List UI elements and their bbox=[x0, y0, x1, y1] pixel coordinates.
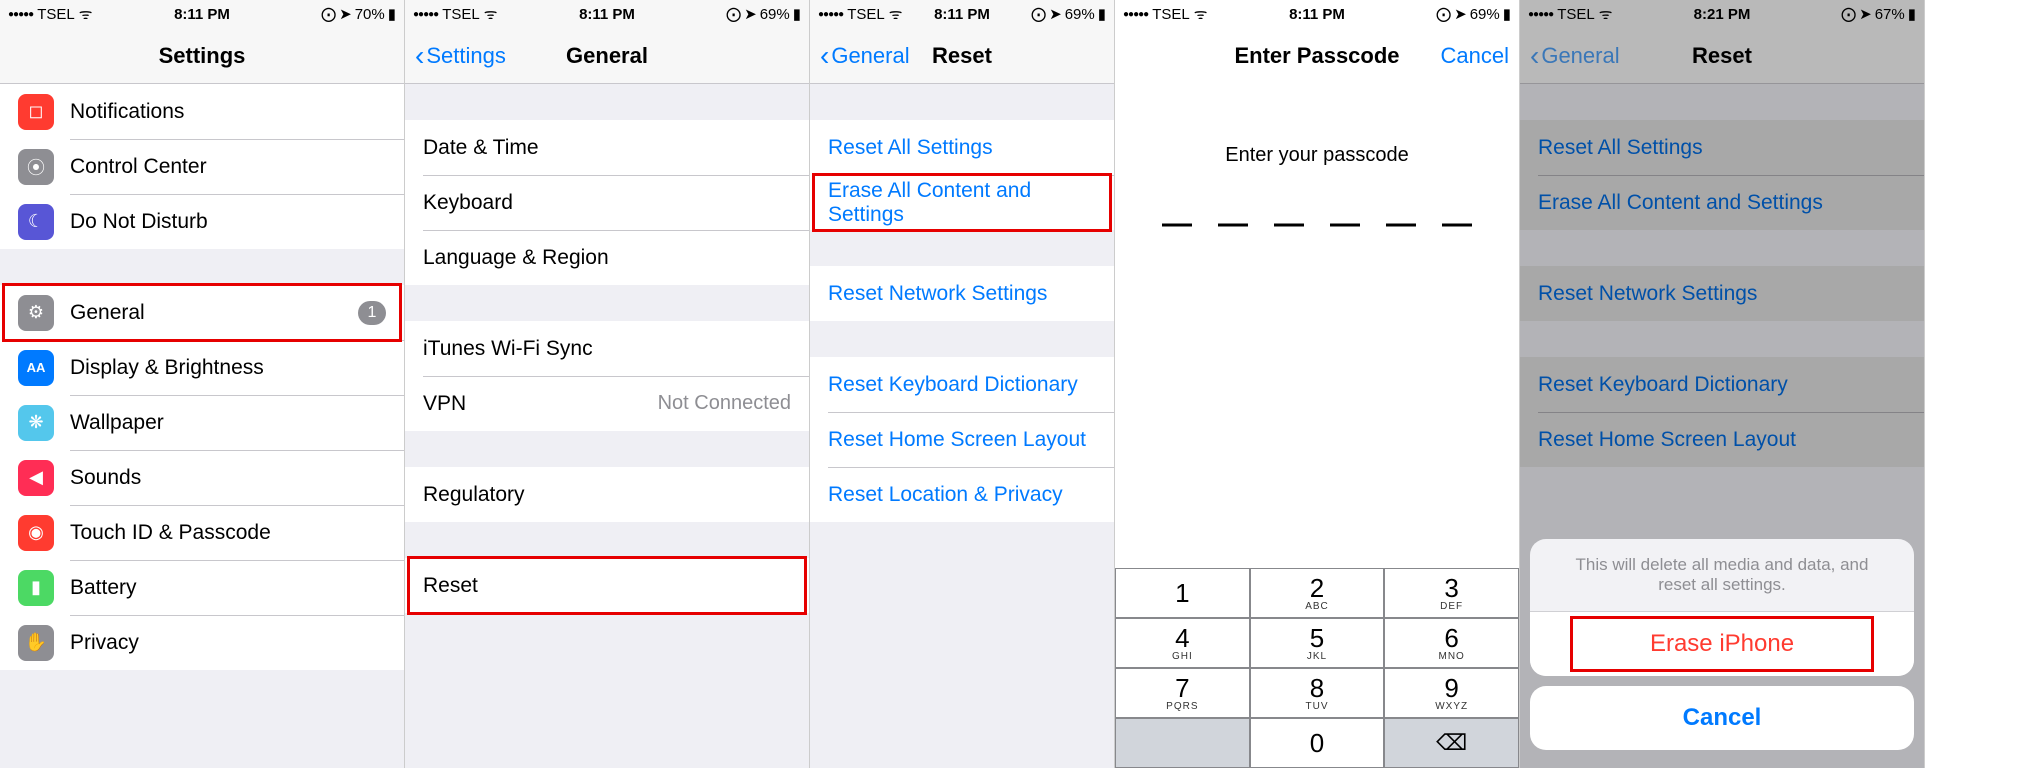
status-bar: ●●●●● TSEL ᯤ 8:11 PM ⨀➤69%▮ bbox=[405, 0, 809, 28]
settings-item-privacy[interactable]: ✋Privacy bbox=[0, 615, 404, 670]
key-9[interactable]: 9WXYZ bbox=[1384, 668, 1519, 718]
key-6[interactable]: 6MNO bbox=[1384, 618, 1519, 668]
key-5[interactable]: 5JKL bbox=[1250, 618, 1385, 668]
badge: 1 bbox=[358, 301, 386, 325]
nav-bar: Settings bbox=[0, 28, 404, 84]
general-item-language-region[interactable]: Language & Region bbox=[405, 230, 809, 285]
key-2[interactable]: 2ABC bbox=[1250, 568, 1385, 618]
settings-item-notifications[interactable]: ◻︎Notifications bbox=[0, 84, 404, 139]
gear-icon: ⚙ bbox=[18, 295, 54, 331]
key-1[interactable]: 1 bbox=[1115, 568, 1250, 618]
key-7[interactable]: 7PQRS bbox=[1115, 668, 1250, 718]
chevron-left-icon: ‹ bbox=[415, 42, 424, 70]
chevron-left-icon: ‹ bbox=[1530, 42, 1539, 70]
settings-item-battery[interactable]: ▮Battery bbox=[0, 560, 404, 615]
nav-bar: ‹Settings General bbox=[405, 28, 809, 84]
general-item-regulatory[interactable]: Regulatory bbox=[405, 467, 809, 522]
settings-item-control-center[interactable]: ⦿Control Center bbox=[0, 139, 404, 194]
clock: 8:11 PM bbox=[810, 6, 1114, 23]
nav-title: Settings bbox=[0, 43, 404, 69]
settings-item-general[interactable]: ⚙ General 1 bbox=[0, 285, 404, 340]
key-0[interactable]: 0 bbox=[1250, 718, 1385, 768]
back-button[interactable]: ‹General bbox=[1530, 42, 1620, 70]
nav-bar: Enter Passcode Cancel bbox=[1115, 28, 1519, 84]
key-4[interactable]: 4GHI bbox=[1115, 618, 1250, 668]
cancel-button[interactable]: Cancel bbox=[1441, 43, 1509, 69]
settings-item-do-not-disturb[interactable]: ☾Do Not Disturb bbox=[0, 194, 404, 249]
general-item-itunes-wifi-sync[interactable]: iTunes Wi-Fi Sync bbox=[405, 321, 809, 376]
erase-all-content[interactable]: Erase All Content and Settings bbox=[810, 175, 1114, 230]
cancel-button[interactable]: Cancel bbox=[1530, 686, 1914, 750]
status-bar: ●●●●● TSEL ᯤ 8:11 PM ⨀➤69%▮ bbox=[1115, 0, 1519, 28]
key-empty bbox=[1115, 718, 1250, 768]
clock: 8:11 PM bbox=[1115, 6, 1519, 23]
general-item-keyboard[interactable]: Keyboard bbox=[405, 175, 809, 230]
passcode-prompt: Enter your passcode bbox=[1115, 144, 1519, 167]
general-item-date-time[interactable]: Date & Time bbox=[405, 120, 809, 175]
clock: 8:11 PM bbox=[0, 6, 404, 23]
moon-icon: ☾ bbox=[18, 204, 54, 240]
reset-all-settings[interactable]: Reset All Settings bbox=[810, 120, 1114, 175]
screen-passcode: ●●●●● TSEL ᯤ 8:11 PM ⨀➤69%▮ Enter Passco… bbox=[1115, 0, 1520, 768]
wallpaper-icon: ❋ bbox=[18, 405, 54, 441]
key-3[interactable]: 3DEF bbox=[1384, 568, 1519, 618]
settings-item-touchid[interactable]: ◉Touch ID & Passcode bbox=[0, 505, 404, 560]
fingerprint-icon: ◉ bbox=[18, 515, 54, 551]
settings-item-display[interactable]: AADisplay & Brightness bbox=[0, 340, 404, 395]
screen-settings: ●●●●● TSEL ᯤ 8:11 PM ⨀➤70%▮ Settings ◻︎N… bbox=[0, 0, 405, 768]
sheet-message: This will delete all media and data, and… bbox=[1530, 539, 1914, 612]
backspace-icon: ⌫ bbox=[1436, 730, 1467, 756]
action-sheet: This will delete all media and data, and… bbox=[1530, 539, 1914, 760]
erase-iphone-button[interactable]: Erase iPhone bbox=[1530, 612, 1914, 676]
screen-erase-confirm: ●●●●● TSEL ᯤ 8:21 PM ⨀➤67%▮ ‹General Res… bbox=[1520, 0, 1925, 768]
general-item-vpn[interactable]: VPNNot Connected bbox=[405, 376, 809, 431]
back-button[interactable]: ‹General bbox=[820, 42, 910, 70]
clock: 8:11 PM bbox=[405, 6, 809, 23]
sounds-icon: ◀︎ bbox=[18, 460, 54, 496]
back-button[interactable]: ‹Settings bbox=[415, 42, 506, 70]
screen-general: ●●●●● TSEL ᯤ 8:11 PM ⨀➤69%▮ ‹Settings Ge… bbox=[405, 0, 810, 768]
passcode-dashes: —————— bbox=[1115, 207, 1519, 241]
reset-network-settings[interactable]: Reset Network Settings bbox=[810, 266, 1114, 321]
general-item-reset[interactable]: Reset bbox=[405, 558, 809, 613]
settings-item-sounds[interactable]: ◀︎Sounds bbox=[0, 450, 404, 505]
numeric-keypad: 1 2ABC 3DEF 4GHI 5JKL 6MNO 7PQRS 8TUV 9W… bbox=[1115, 568, 1519, 768]
notifications-icon: ◻︎ bbox=[18, 94, 54, 130]
settings-item-wallpaper[interactable]: ❋Wallpaper bbox=[0, 395, 404, 450]
reset-home-screen-layout[interactable]: Reset Home Screen Layout bbox=[810, 412, 1114, 467]
hand-icon: ✋ bbox=[18, 625, 54, 661]
vpn-status: Not Connected bbox=[658, 392, 791, 415]
highlight-box bbox=[1570, 616, 1874, 672]
status-bar: ●●●●● TSEL ᯤ 8:11 PM ⨀➤69%▮ bbox=[810, 0, 1114, 28]
display-icon: AA bbox=[18, 350, 54, 386]
battery-icon: ▮ bbox=[18, 570, 54, 606]
control-center-icon: ⦿ bbox=[18, 149, 54, 185]
nav-bar: ‹General Reset bbox=[810, 28, 1114, 84]
reset-keyboard-dictionary[interactable]: Reset Keyboard Dictionary bbox=[810, 357, 1114, 412]
status-bar: ●●●●● TSEL ᯤ 8:11 PM ⨀➤70%▮ bbox=[0, 0, 404, 28]
screen-reset: ●●●●● TSEL ᯤ 8:11 PM ⨀➤69%▮ ‹General Res… bbox=[810, 0, 1115, 768]
chevron-left-icon: ‹ bbox=[820, 42, 829, 70]
reset-location-privacy[interactable]: Reset Location & Privacy bbox=[810, 467, 1114, 522]
key-backspace[interactable]: ⌫ bbox=[1384, 718, 1519, 768]
key-8[interactable]: 8TUV bbox=[1250, 668, 1385, 718]
